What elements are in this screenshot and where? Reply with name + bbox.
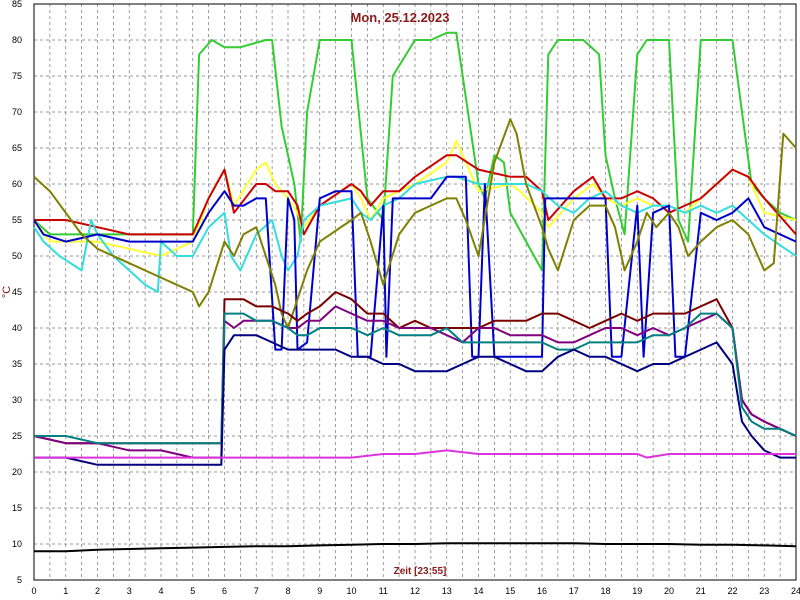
y-tick-label: 40 [12,323,22,333]
x-tick-label: 3 [127,586,132,596]
y-tick-label: 25 [12,431,22,441]
x-tick-label: 21 [696,586,706,596]
x-tick-label: 22 [727,586,737,596]
y-tick-label: 55 [12,215,22,225]
x-tick-label: 13 [442,586,452,596]
x-tick-label: 17 [569,586,579,596]
temperature-chart: 510152025303540455055606570758085 012345… [0,0,800,600]
chart-background [0,0,800,600]
y-tick-label: 85 [12,0,22,9]
y-tick-label: 35 [12,359,22,369]
y-tick-label: 60 [12,179,22,189]
y-tick-label: 30 [12,395,22,405]
x-tick-label: 10 [346,586,356,596]
x-tick-label: 19 [632,586,642,596]
y-tick-label: 80 [12,35,22,45]
y-tick-label: 50 [12,251,22,261]
x-tick-label: 2 [95,586,100,596]
x-tick-label: 1 [63,586,68,596]
y-tick-label: 5 [17,575,22,585]
y-tick-label: 70 [12,107,22,117]
x-tick-label: 8 [285,586,290,596]
x-tick-label: 6 [222,586,227,596]
x-tick-label: 11 [379,586,388,596]
x-tick-label: 0 [31,586,36,596]
x-tick-label: 18 [600,586,610,596]
y-tick-label: 20 [12,467,22,477]
x-tick-label: 14 [473,586,483,596]
x-axis-label: Zeit [23:55] [394,566,447,577]
y-axis-label: °C [1,286,13,298]
x-tick-label: 20 [664,586,674,596]
y-tick-label: 15 [12,503,22,513]
x-tick-label: 15 [505,586,515,596]
y-tick-label: 65 [12,143,22,153]
x-tick-label: 9 [317,586,322,596]
x-tick-label: 23 [759,586,769,596]
y-tick-label: 10 [12,539,22,549]
x-tick-label: 16 [537,586,547,596]
chart-title: Mon, 25.12.2023 [351,10,450,25]
y-tick-label: 75 [12,71,22,81]
x-tick-label: 24 [791,586,800,596]
x-tick-label: 7 [254,586,259,596]
x-tick-label: 5 [190,586,195,596]
y-tick-label: 45 [12,287,22,297]
x-tick-label: 4 [158,586,163,596]
x-tick-label: 12 [410,586,420,596]
